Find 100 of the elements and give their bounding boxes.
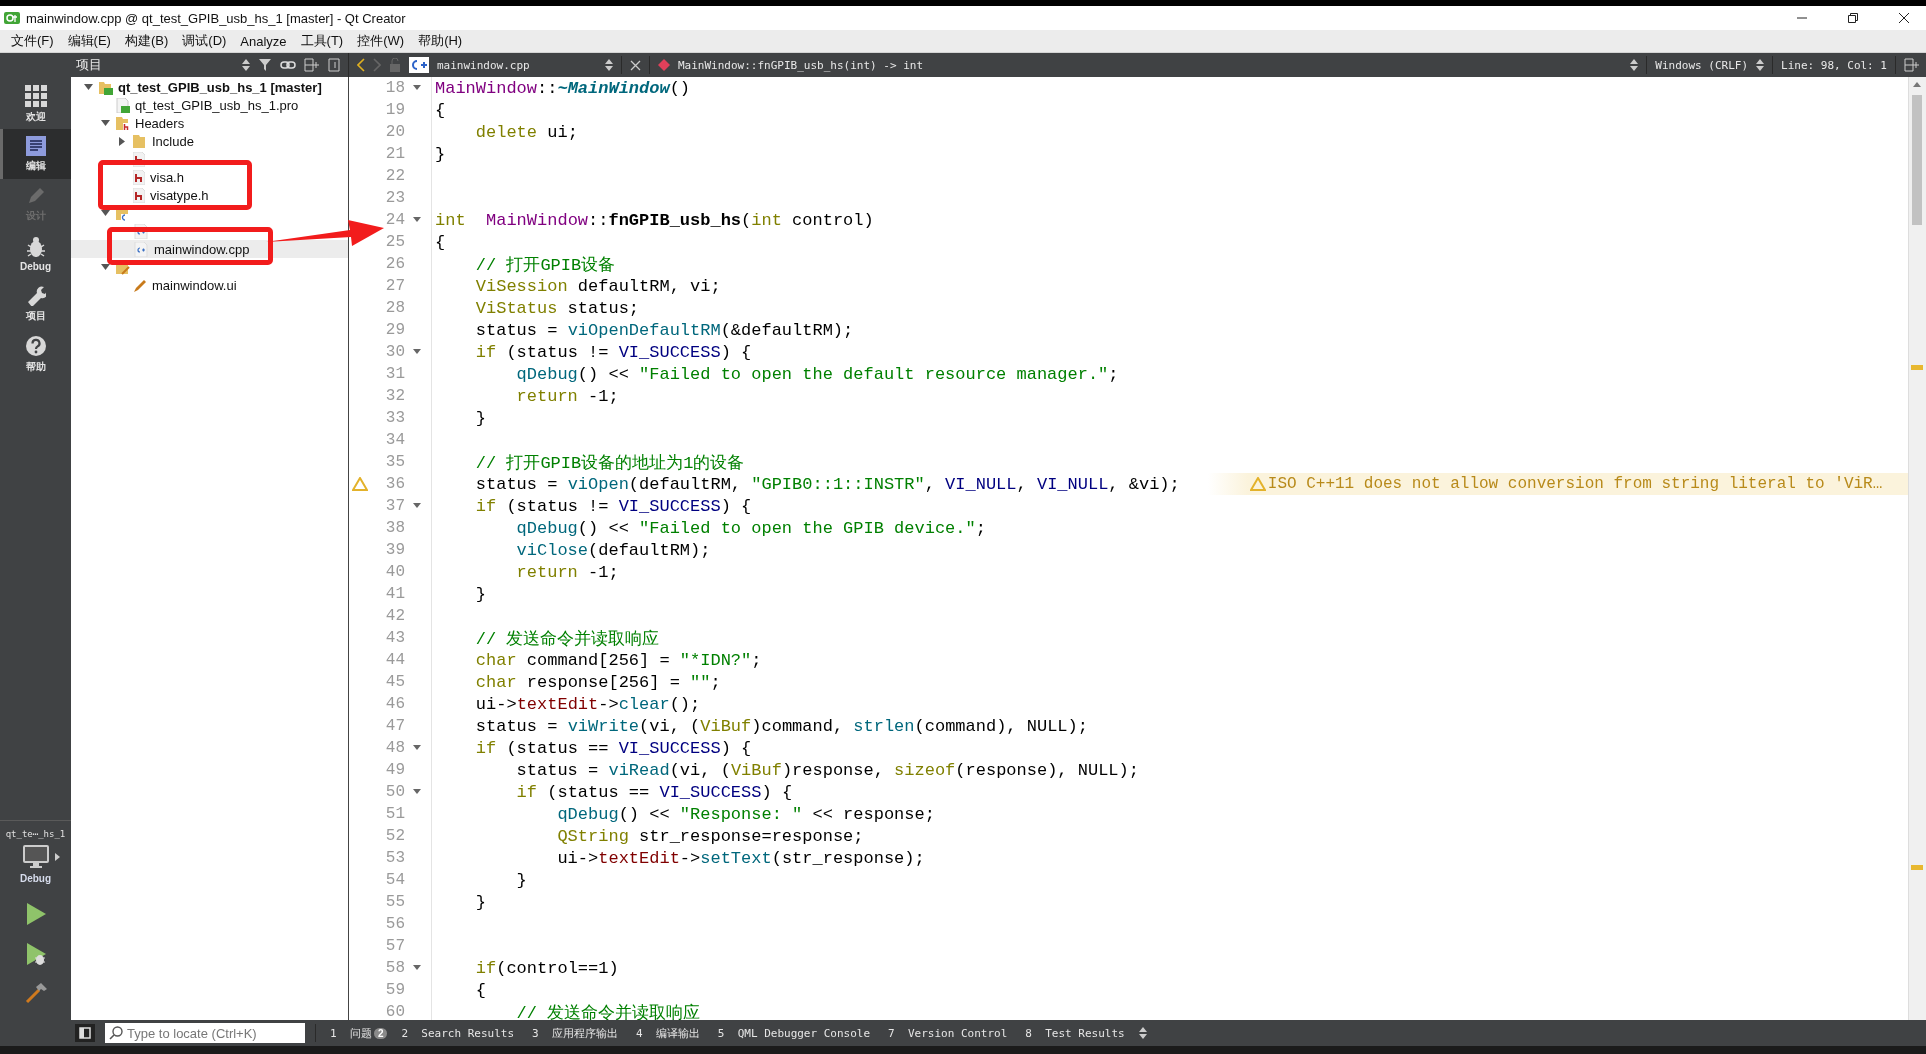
split-icon[interactable]: [304, 58, 320, 72]
close-icon[interactable]: [1897, 12, 1910, 24]
code-line: // 打开GPIB设备的地址为1的设备: [474, 452, 745, 474]
tree-item[interactable]: qt_test_GPIB_usb_hs_1.pro: [71, 96, 348, 114]
line-number: 55: [384, 893, 405, 911]
mode-button[interactable]: 编辑: [0, 129, 71, 179]
up-down-arrows-icon[interactable]: [1756, 59, 1765, 71]
warning-icon: [1249, 477, 1266, 491]
cursor-position[interactable]: Line: 98, Col: 1: [1781, 58, 1887, 72]
collapsed-arrow-icon[interactable]: [119, 136, 125, 146]
code-line: viClose(defaultRM);: [515, 540, 711, 560]
output-pane-tab[interactable]: 7 Version Control: [884, 1026, 1012, 1040]
expanded-arrow-icon[interactable]: [83, 84, 93, 90]
fold-arrow-icon[interactable]: [413, 745, 421, 751]
line-number: 21: [384, 145, 405, 163]
hammer-icon[interactable]: [24, 982, 47, 1004]
menu-item[interactable]: 调试(D): [175, 32, 234, 50]
line-ending-selector[interactable]: Windows (CRLF): [1655, 58, 1749, 72]
tree-item[interactable]: visa.h: [71, 168, 348, 186]
expanded-arrow-icon[interactable]: [100, 120, 110, 126]
code-line: QString str_response=response;: [556, 826, 864, 846]
tree-item[interactable]: mainwindow.cpp: [71, 240, 348, 258]
code-line: qDebug() << "Response: " << response;: [556, 804, 935, 824]
menu-item[interactable]: Analyze: [233, 33, 294, 49]
close-pane-icon[interactable]: [328, 58, 340, 72]
pencil-icon: [133, 277, 147, 293]
output-pane-tab[interactable]: 4 编译输出: [631, 1025, 704, 1041]
line-number: 23: [384, 189, 405, 207]
mode-button[interactable]: Debug: [0, 229, 71, 279]
scrollbar[interactable]: [1908, 77, 1926, 1020]
fold-arrow-icon[interactable]: [413, 789, 421, 795]
restore-icon[interactable]: [1846, 12, 1859, 24]
project-name: qt_te⋯_hs_1: [5, 829, 66, 839]
code-line: if(control==1): [474, 958, 619, 978]
menu-item[interactable]: 工具(T): [293, 32, 351, 50]
mode-button[interactable]: 帮助: [0, 329, 71, 379]
search-field[interactable]: Type to locate (Ctrl+K): [105, 1023, 305, 1043]
line-number: 45: [384, 673, 405, 691]
expanded-arrow-icon[interactable]: [100, 264, 110, 270]
output-pane-tab[interactable]: 8 Test Results: [1021, 1026, 1129, 1040]
tree-item[interactable]: visatype.h: [71, 186, 348, 204]
line-number: 28: [384, 299, 405, 317]
debug-run-icon[interactable]: [24, 942, 47, 966]
code-line: // 打开GPIB设备: [474, 254, 616, 276]
code-line: MainWindow::~MainWindow(): [435, 78, 691, 98]
up-down-arrows-icon[interactable]: [242, 59, 250, 71]
fold-arrow-icon[interactable]: [413, 965, 421, 971]
menu-item[interactable]: 帮助(H): [411, 32, 470, 50]
output-pane-tab[interactable]: 1 问题: [326, 1025, 376, 1041]
code-line: ViSession defaultRM, vi;: [474, 276, 721, 296]
fold-arrow-icon[interactable]: [413, 349, 421, 355]
fold-arrow-icon[interactable]: [413, 503, 421, 509]
line-number: 47: [384, 717, 405, 735]
right-arrow-icon[interactable]: [55, 853, 60, 861]
line-number: 59: [384, 981, 405, 999]
line-number: 53: [384, 849, 405, 867]
line-number: 41: [384, 585, 405, 603]
menu-item[interactable]: 控件(W): [350, 32, 412, 50]
link-icon[interactable]: [280, 58, 296, 72]
menu-item[interactable]: 编辑(E): [60, 32, 118, 50]
monitor-icon[interactable]: [23, 845, 49, 869]
mode-button[interactable]: 项目: [0, 279, 71, 329]
qt-file-icon: [116, 97, 130, 113]
symbol-selector[interactable]: MainWindow::fnGPIB_usb_hs(int) -> int: [678, 58, 924, 72]
menu-item[interactable]: 文件(F): [4, 32, 61, 50]
output-pane-tab[interactable]: 2 Search Results: [397, 1026, 519, 1040]
mode-button[interactable]: 欢迎: [0, 79, 71, 129]
output-pane-tab[interactable]: 5 QML Debugger Console: [713, 1026, 875, 1040]
wrench-icon: [25, 285, 46, 306]
up-down-arrows-icon[interactable]: [1630, 59, 1639, 71]
line-number: 25: [384, 233, 405, 251]
up-down-arrows-icon[interactable]: [605, 59, 613, 71]
tree-item[interactable]: mainwindow.ui: [71, 276, 348, 294]
header-file-icon: [133, 187, 145, 203]
code-line: delete ui;: [474, 122, 578, 142]
sidebar-toggle-icon[interactable]: [75, 1024, 95, 1042]
fold-arrow-icon[interactable]: [413, 85, 421, 91]
tree-item[interactable]: qt_test_GPIB_usb_hs_1 [master]: [71, 78, 348, 96]
up-down-arrows-icon[interactable]: [1138, 1027, 1147, 1039]
expanded-arrow-icon[interactable]: [100, 210, 110, 216]
output-pane-tab[interactable]: 3 应用程序输出: [528, 1025, 622, 1041]
line-number: 33: [384, 409, 405, 427]
filter-icon[interactable]: [258, 58, 272, 72]
line-number: 44: [384, 651, 405, 669]
warning-icon: [352, 477, 368, 491]
scroll-up-icon[interactable]: [1913, 82, 1921, 87]
line-number: 36: [384, 475, 405, 493]
code-line: if (status != VI_SUCCESS) {: [474, 342, 752, 362]
tree-item[interactable]: Headers: [71, 114, 348, 132]
menu-item[interactable]: 构建(B): [117, 32, 176, 50]
run-icon[interactable]: [24, 902, 47, 926]
split-icon[interactable]: [1904, 58, 1920, 72]
code-line: return -1;: [515, 562, 619, 582]
tree-item[interactable]: Include: [71, 132, 348, 150]
scrollbar-thumb[interactable]: [1912, 95, 1922, 225]
code-line: if (status == VI_SUCCESS) {: [515, 782, 793, 802]
file-selector[interactable]: mainwindow.cpp: [437, 58, 597, 72]
line-number: 48: [384, 739, 405, 757]
fold-arrow-icon[interactable]: [413, 217, 421, 223]
line-number: 52: [384, 827, 405, 845]
